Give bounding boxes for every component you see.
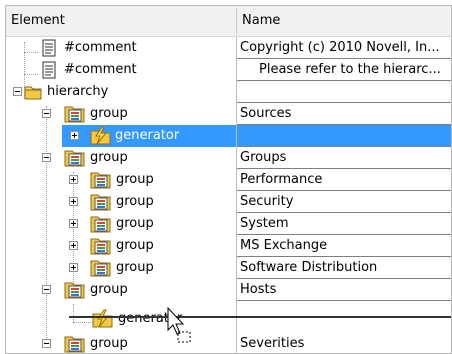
tree-row[interactable]: group System bbox=[6, 213, 451, 235]
node-label: group bbox=[116, 216, 154, 231]
name-cell[interactable]: MS Exchange bbox=[237, 235, 451, 257]
node-label: #comment bbox=[64, 62, 137, 77]
folder-icon bbox=[22, 82, 44, 102]
collapse-toggle[interactable] bbox=[42, 153, 51, 162]
tree-row[interactable]: #comment Copyright (c) 2010 Novell, In..… bbox=[6, 37, 451, 59]
collapse-toggle[interactable] bbox=[42, 109, 51, 118]
name-cell[interactable]: Sources bbox=[237, 103, 451, 125]
tree-row[interactable]: group Sources bbox=[6, 103, 451, 125]
expand-toggle[interactable] bbox=[69, 175, 78, 184]
group-folder-icon bbox=[64, 104, 86, 124]
collapse-toggle[interactable] bbox=[13, 87, 22, 96]
drop-position-line bbox=[69, 316, 451, 318]
name-cell[interactable] bbox=[237, 125, 451, 147]
tree-row[interactable]: group Severities bbox=[6, 333, 451, 353]
node-label: group bbox=[116, 172, 154, 187]
collapse-toggle[interactable] bbox=[42, 339, 51, 348]
node-label: hierarchy bbox=[47, 84, 109, 99]
drag-copy-cursor bbox=[166, 306, 196, 346]
group-folder-icon bbox=[64, 148, 86, 168]
expand-toggle[interactable] bbox=[69, 263, 78, 272]
expand-toggle[interactable] bbox=[70, 131, 79, 140]
tree-row[interactable]: #comment Please refer to the hierarc... bbox=[6, 59, 451, 81]
group-folder-icon bbox=[90, 236, 112, 256]
node-label: group bbox=[116, 238, 154, 253]
expand-toggle[interactable] bbox=[69, 197, 78, 206]
xml-tree-table: Element Name #comment Copyright (c) 2010… bbox=[5, 5, 452, 354]
column-header-bar: Element Name bbox=[6, 6, 451, 37]
tree-row[interactable]: group Performance bbox=[6, 169, 451, 191]
tree-row[interactable]: group Software Distribution bbox=[6, 257, 451, 279]
generator-icon bbox=[90, 126, 112, 146]
name-cell[interactable]: Performance bbox=[237, 169, 451, 191]
node-label: group bbox=[116, 194, 154, 209]
column-header-name[interactable]: Name bbox=[237, 6, 451, 36]
document-icon bbox=[38, 60, 60, 80]
tree-row[interactable]: group Groups bbox=[6, 147, 451, 169]
expand-toggle[interactable] bbox=[69, 219, 78, 228]
name-cell[interactable]: Severities bbox=[237, 333, 451, 353]
name-cell[interactable]: Please refer to the hierarc... bbox=[237, 59, 451, 81]
name-cell[interactable]: Groups bbox=[237, 147, 451, 169]
document-icon bbox=[38, 38, 60, 58]
node-label: group bbox=[90, 150, 128, 165]
group-folder-icon bbox=[90, 258, 112, 278]
name-cell[interactable]: System bbox=[237, 213, 451, 235]
tree-row[interactable]: group Hosts bbox=[6, 279, 451, 301]
group-folder-icon bbox=[90, 192, 112, 212]
name-cell[interactable]: Copyright (c) 2010 Novell, In... bbox=[237, 37, 451, 59]
name-cell[interactable]: Security bbox=[237, 191, 451, 213]
tree-row[interactable]: group Security bbox=[6, 191, 451, 213]
group-folder-icon bbox=[64, 334, 86, 353]
collapse-toggle[interactable] bbox=[42, 285, 51, 294]
name-cell[interactable]: Hosts bbox=[237, 279, 451, 301]
name-cell[interactable]: Software Distribution bbox=[237, 257, 451, 279]
node-label: group bbox=[90, 336, 128, 351]
node-label: group bbox=[90, 282, 128, 297]
name-cell[interactable] bbox=[237, 81, 451, 103]
tree-row-selected[interactable]: generator bbox=[6, 125, 451, 147]
column-header-element[interactable]: Element bbox=[6, 6, 236, 36]
tree-row[interactable]: hierarchy bbox=[6, 81, 451, 103]
expand-toggle[interactable] bbox=[69, 241, 78, 250]
group-folder-icon bbox=[90, 170, 112, 190]
group-folder-icon bbox=[90, 214, 112, 234]
node-label: generator bbox=[115, 128, 180, 143]
node-label: group bbox=[90, 106, 128, 121]
node-label: group bbox=[116, 260, 154, 275]
tree-row[interactable]: group MS Exchange bbox=[6, 235, 451, 257]
name-cell[interactable] bbox=[237, 308, 451, 330]
generator-icon bbox=[92, 309, 114, 329]
tree-row[interactable]: generator bbox=[6, 308, 451, 330]
node-label: #comment bbox=[64, 40, 137, 55]
group-folder-icon bbox=[64, 280, 86, 300]
